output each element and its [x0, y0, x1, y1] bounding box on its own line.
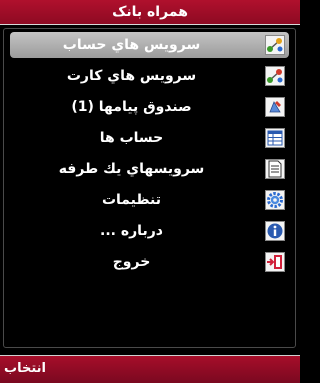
accounts-icon — [265, 128, 285, 148]
account-services-icon — [265, 35, 285, 55]
softkey-bar: انتخاب — [0, 355, 300, 383]
menu-item-label: صندوق پيامها (1) — [71, 99, 192, 115]
main-menu: سرويس هاي حساب سرويس هاي كارت صندوق پيام… — [3, 28, 296, 348]
settings-icon — [265, 190, 285, 210]
exit-icon — [265, 252, 285, 272]
inbox-icon — [265, 97, 285, 117]
select-softkey[interactable]: انتخاب — [4, 355, 46, 383]
menu-item-label: حساب ها — [99, 130, 164, 146]
menu-item-settings[interactable]: تنظيمات — [10, 187, 289, 213]
menu-item-label: خروج — [112, 254, 151, 270]
card-services-icon — [265, 66, 285, 86]
mobile-bank-screen: همراه بانک سرويس هاي حساب سرويس هاي كارت — [0, 0, 300, 383]
about-icon — [265, 221, 285, 241]
menu-list: سرويس هاي حساب سرويس هاي كارت صندوق پيام… — [10, 32, 289, 280]
menu-item-exit[interactable]: خروج — [10, 249, 289, 275]
menu-item-about[interactable]: درباره ... — [10, 218, 289, 244]
one-way-services-icon — [265, 159, 285, 179]
menu-item-one-way-services[interactable]: سرويسهاي يك طرفه — [10, 156, 289, 182]
menu-item-inbox[interactable]: صندوق پيامها (1) — [10, 94, 289, 120]
menu-item-account-services[interactable]: سرويس هاي حساب — [10, 32, 289, 58]
menu-item-label: سرويس هاي كارت — [66, 68, 197, 84]
menu-item-label: تنظيمات — [101, 192, 162, 208]
menu-item-label: سرويس هاي حساب — [62, 37, 201, 53]
menu-item-accounts[interactable]: حساب ها — [10, 125, 289, 151]
menu-item-label: درباره ... — [100, 223, 163, 239]
menu-item-card-services[interactable]: سرويس هاي كارت — [10, 63, 289, 89]
app-title: همراه بانک — [0, 0, 300, 25]
menu-item-label: سرويسهاي يك طرفه — [58, 161, 205, 177]
